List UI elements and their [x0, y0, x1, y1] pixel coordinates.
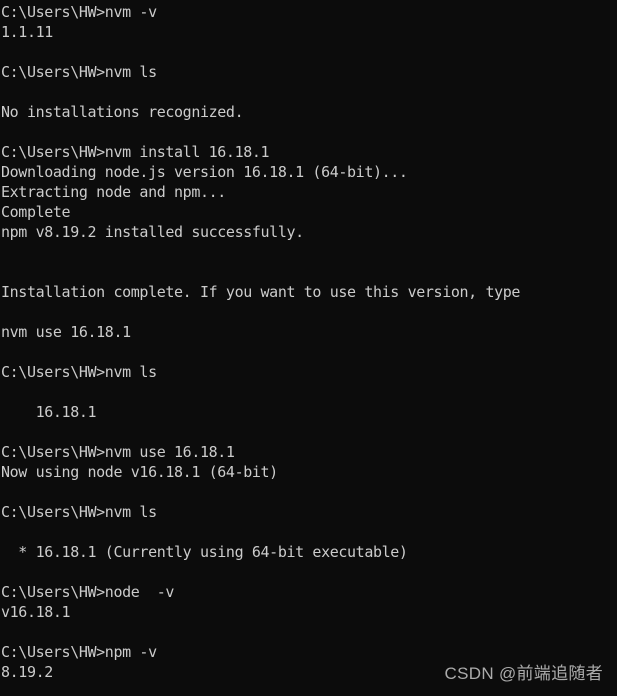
console-line: Extracting node and npm...: [1, 183, 226, 201]
console-line: C:\Users\HW>nvm ls: [1, 63, 157, 81]
console-line: Installation complete. If you want to us…: [1, 283, 521, 301]
csdn-watermark: CSDN @前端追随者: [444, 664, 603, 683]
console-line: C:\Users\HW>nvm use 16.18.1: [1, 443, 235, 461]
console-line: 16.18.1: [1, 403, 97, 421]
console-line: v16.18.1: [1, 603, 71, 621]
console-output[interactable]: C:\Users\HW>nvm -v 1.1.11 C:\Users\HW>nvm…: [1, 2, 617, 682]
console-line: * 16.18.1 (Currently using 64-bit execut…: [1, 543, 408, 561]
console-line: C:\Users\HW>nvm -v: [1, 3, 157, 21]
console-line: nvm use 16.18.1: [1, 323, 131, 341]
console-line: No installations recognized.: [1, 103, 244, 121]
console-line: npm v8.19.2 installed successfully.: [1, 223, 304, 241]
console-line: C:\Users\HW>nvm ls: [1, 503, 157, 521]
console-line: 1.1.11: [1, 23, 53, 41]
terminal-window[interactable]: C:\Users\HW>nvm -v 1.1.11 C:\Users\HW>nvm…: [0, 0, 617, 696]
console-line: C:\Users\HW>nvm ls: [1, 363, 157, 381]
console-line: Downloading node.js version 16.18.1 (64-…: [1, 163, 408, 181]
console-line: C:\Users\HW>node -v: [1, 583, 175, 601]
console-line: C:\Users\HW>nvm install 16.18.1: [1, 143, 270, 161]
console-line: Complete: [1, 203, 71, 221]
console-line: Now using node v16.18.1 (64-bit): [1, 463, 278, 481]
